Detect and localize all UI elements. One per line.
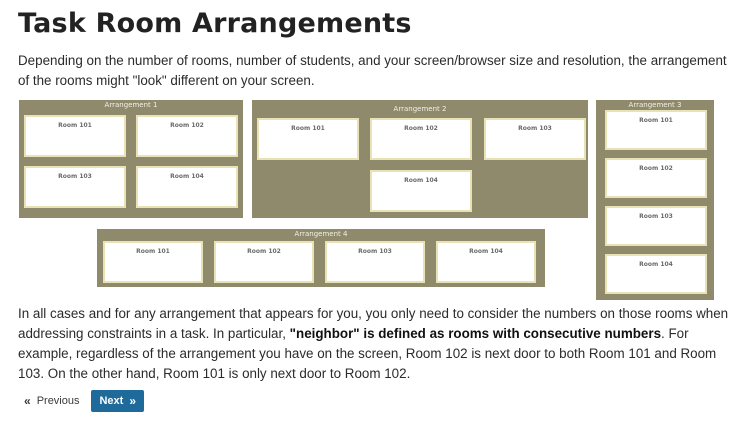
room-104: Room 104 xyxy=(436,241,536,283)
room-label: Room 104 xyxy=(170,173,204,180)
arrangement-label: Arrangement 1 xyxy=(104,101,158,109)
room-103: Room 103 xyxy=(24,166,126,208)
room-label: Room 103 xyxy=(58,173,92,180)
room-label: Room 104 xyxy=(404,177,438,184)
room-label: Room 102 xyxy=(170,122,204,129)
room-103: Room 103 xyxy=(605,206,707,246)
double-chevron-right-icon: » xyxy=(129,394,137,408)
room-102: Room 102 xyxy=(136,115,238,157)
room-104: Room 104 xyxy=(136,166,238,208)
room-101: Room 101 xyxy=(24,115,126,157)
rules-paragraph: In all cases and for any arrangement tha… xyxy=(18,304,734,384)
room-101: Room 101 xyxy=(257,118,359,160)
room-101: Room 101 xyxy=(605,110,707,150)
arrangement-3-panel: Arrangement 3 Room 101 Room 102 Room 103… xyxy=(596,100,714,300)
arrangement-label: Arrangement 3 xyxy=(628,101,682,109)
room-104: Room 104 xyxy=(370,170,472,212)
room-label: Room 101 xyxy=(291,125,325,132)
room-104: Room 104 xyxy=(605,254,707,294)
room-label: Room 101 xyxy=(136,248,170,255)
room-label: Room 101 xyxy=(639,117,673,124)
room-103: Room 103 xyxy=(484,118,586,160)
arrangement-label: Arrangement 2 xyxy=(393,105,447,113)
intro-paragraph: Depending on the number of rooms, number… xyxy=(18,53,727,88)
room-label: Room 103 xyxy=(639,213,673,220)
room-103: Room 103 xyxy=(325,241,425,283)
next-label: Next xyxy=(99,395,124,407)
arrangement-4-panel: Arrangement 4 Room 101 Room 102 Room 103… xyxy=(97,229,545,287)
room-label: Room 102 xyxy=(639,165,673,172)
page-title: Task Room Arrangements xyxy=(18,8,412,39)
room-label: Room 102 xyxy=(404,125,438,132)
room-label: Room 104 xyxy=(469,248,503,255)
room-102: Room 102 xyxy=(605,158,707,198)
room-label: Room 104 xyxy=(639,261,673,268)
neighbor-definition: "neighbor" is defined as rooms with cons… xyxy=(289,326,662,341)
double-chevron-left-icon: « xyxy=(24,394,31,408)
room-101: Room 101 xyxy=(103,241,203,283)
previous-label: Previous xyxy=(36,395,80,407)
previous-button[interactable]: « Previous xyxy=(18,390,85,412)
room-label: Room 103 xyxy=(358,248,392,255)
room-102: Room 102 xyxy=(214,241,314,283)
arrangement-label: Arrangement 4 xyxy=(294,230,348,238)
next-button[interactable]: Next » xyxy=(91,390,145,412)
room-102: Room 102 xyxy=(370,118,472,160)
pagination-nav: « Previous Next » xyxy=(18,390,145,412)
arrangement-1-panel: Arrangement 1 Room 101 Room 102 Room 103… xyxy=(19,100,243,218)
room-label: Room 101 xyxy=(58,122,92,129)
arrangement-2-panel: Arrangement 2 Room 101 Room 102 Room 103… xyxy=(252,100,588,218)
room-label: Room 103 xyxy=(518,125,552,132)
room-label: Room 102 xyxy=(247,248,281,255)
